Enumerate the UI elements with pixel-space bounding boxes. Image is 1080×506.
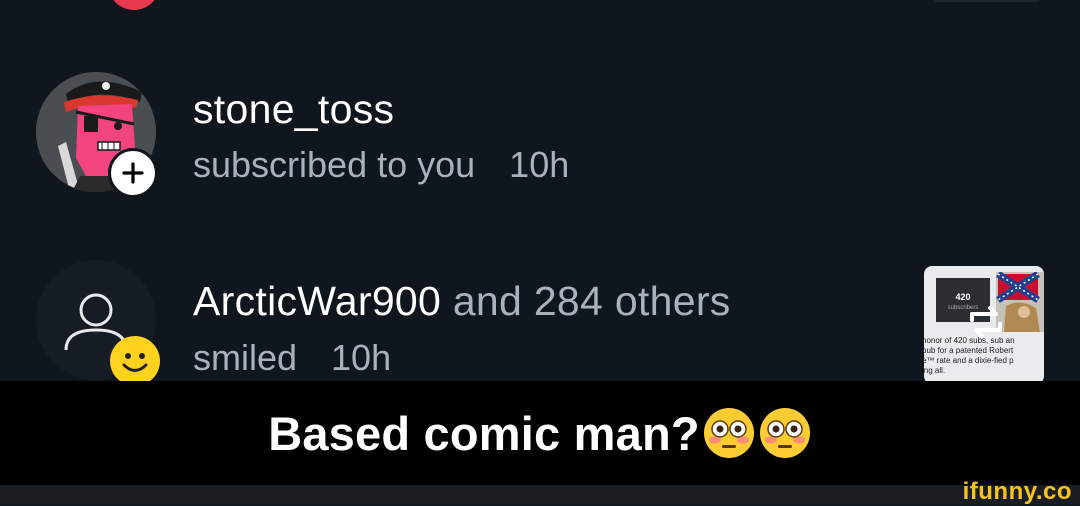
repost-icon bbox=[970, 306, 1002, 338]
notification-title: stone_toss bbox=[193, 86, 394, 133]
flushed-face-emoji-icon bbox=[703, 408, 754, 458]
notifications-screen: stone_toss subscribed to you 10h ArcticWa… bbox=[0, 0, 1080, 381]
smile-icon bbox=[111, 337, 159, 381]
footer-bar bbox=[0, 485, 1080, 505]
previous-notification-avatar[interactable] bbox=[108, 0, 160, 10]
timestamp: 10h bbox=[509, 144, 570, 185]
others-count: and 284 others bbox=[441, 278, 731, 324]
thumbnail-subs-count: 420 bbox=[955, 292, 971, 302]
notification-item-subscribe[interactable]: stone_toss subscribed to you 10h bbox=[0, 70, 1080, 200]
notification-meta: subscribed to you 10h bbox=[193, 144, 569, 186]
flushed-face-emoji-icon bbox=[759, 408, 810, 458]
username[interactable]: ArcticWar900 bbox=[193, 278, 441, 324]
action-text: smiled bbox=[193, 337, 298, 378]
previous-notification-thumbnail[interactable] bbox=[934, 0, 1040, 2]
notification-meta: smiled 10h bbox=[193, 337, 391, 379]
plus-icon bbox=[122, 162, 144, 184]
smile-badge bbox=[110, 336, 160, 381]
post-thumbnail[interactable]: 420 subscribers honor of 420 subs, sub a… bbox=[924, 266, 1044, 381]
notification-item-smiled[interactable]: ArcticWar900 and 284 others smiled 10h 42… bbox=[0, 260, 1080, 381]
thumbnail-text: honor of 420 subs, sub an pub for a paten… bbox=[924, 336, 1015, 375]
caption-text: Based comic man? bbox=[268, 406, 700, 460]
username[interactable]: stone_toss bbox=[193, 86, 394, 132]
action-text: subscribed to you bbox=[193, 144, 476, 185]
meme-caption: Based comic man? bbox=[0, 381, 1080, 485]
ifunny-watermark: ifunny.co bbox=[962, 478, 1072, 505]
timestamp: 10h bbox=[331, 337, 392, 378]
meme-caption-bar: Based comic man? bbox=[0, 381, 1080, 485]
subscribe-badge[interactable] bbox=[108, 148, 158, 198]
notification-title: ArcticWar900 and 284 others bbox=[193, 278, 731, 325]
